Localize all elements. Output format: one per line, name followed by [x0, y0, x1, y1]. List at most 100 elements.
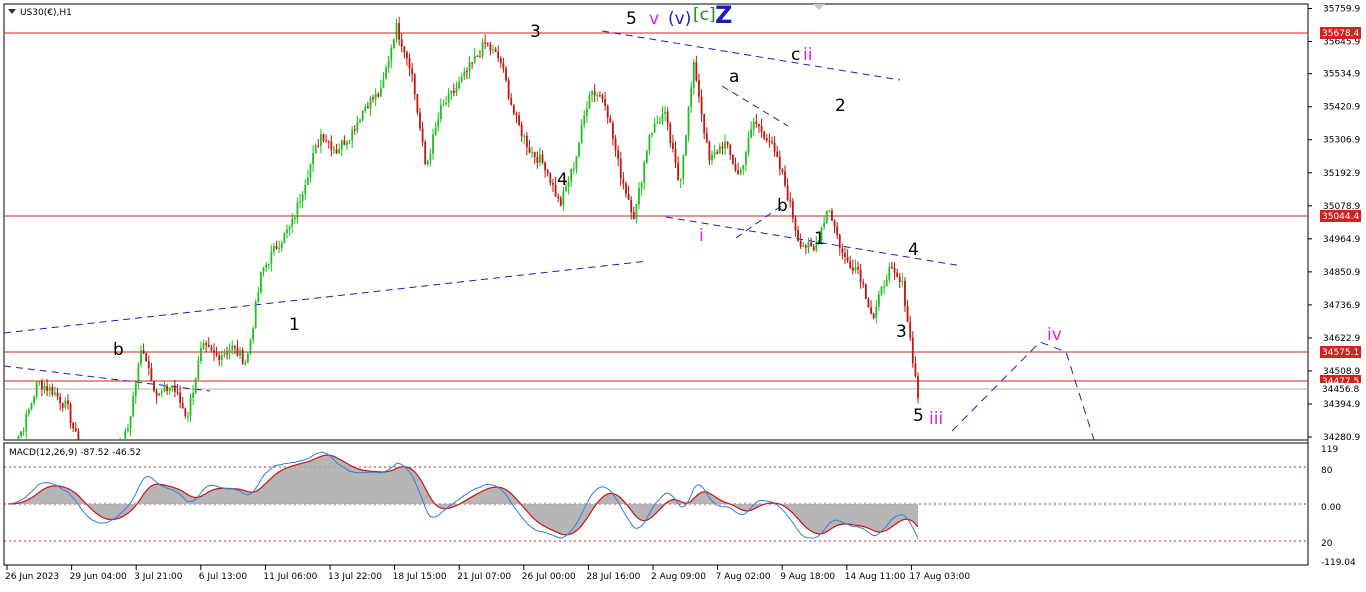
candle-body — [424, 141, 427, 165]
candle-body — [721, 146, 724, 149]
candle-body — [452, 90, 455, 93]
candle-body — [486, 42, 489, 45]
candle-body — [319, 134, 322, 146]
candle-body — [254, 301, 257, 329]
candle-body — [74, 428, 77, 432]
candle-body — [525, 135, 528, 148]
candle-body — [758, 123, 760, 127]
candle-body — [724, 141, 726, 149]
wave-label-ii: ii — [803, 45, 812, 65]
candle-body — [147, 361, 150, 368]
candle-body — [917, 375, 919, 399]
candle-body — [911, 337, 914, 364]
candle-body — [810, 242, 812, 247]
time-tick-label: 26 Jun 2023 — [5, 572, 59, 582]
candle-body — [536, 157, 539, 163]
candle-body — [124, 430, 127, 440]
candle-body — [241, 350, 244, 364]
candle-body — [187, 415, 189, 417]
candle-body — [393, 39, 395, 48]
candle-body — [598, 95, 601, 97]
macd-tick-label: 20 — [1321, 539, 1333, 549]
candle-body — [252, 328, 255, 340]
candle-body — [578, 142, 580, 157]
candle-body — [872, 313, 875, 318]
candle-body — [893, 267, 896, 273]
candle-body — [445, 102, 447, 104]
candle-body — [390, 47, 393, 61]
candle-body — [286, 229, 288, 233]
time-tick-label: 28 Jul 16:00 — [586, 572, 640, 582]
candle-body — [20, 431, 22, 437]
candle-body — [502, 63, 505, 69]
candle-body — [669, 123, 672, 143]
candle-body — [750, 128, 753, 138]
wave-label-5-bottom: 5 — [913, 406, 924, 426]
candle-body — [765, 138, 768, 141]
wave-label-b-mid: b — [777, 196, 788, 216]
wave-label-b-left: b — [113, 340, 124, 360]
wave-label-3-top: 3 — [530, 22, 541, 42]
candle-body — [539, 154, 541, 163]
wave-label-2: 2 — [835, 96, 846, 116]
wave-label-4-right: 4 — [908, 240, 919, 260]
time-tick-label: 17 Aug 03:00 — [909, 572, 970, 582]
candle-body — [489, 44, 492, 51]
candle-body — [291, 218, 294, 227]
price-tick-label: 35534.9 — [1323, 70, 1360, 80]
candle-body — [437, 119, 440, 128]
candle-body — [134, 383, 137, 397]
candle-body — [546, 170, 549, 174]
candle-body — [233, 345, 236, 348]
candle-body — [731, 154, 734, 165]
candle-body — [210, 347, 213, 351]
candle-body — [173, 385, 176, 392]
candle-body — [408, 58, 411, 69]
candle-body — [309, 164, 312, 178]
candle-body — [338, 149, 341, 154]
candle-body — [197, 361, 200, 379]
candle-body — [518, 115, 520, 125]
candle-body — [692, 61, 695, 88]
candle-body — [726, 141, 729, 145]
candle-body — [781, 169, 784, 172]
candle-body — [888, 266, 891, 280]
candle-body — [729, 144, 732, 155]
candle-body — [280, 242, 283, 248]
candle-body — [33, 396, 35, 404]
candle-body — [398, 23, 401, 40]
candle-body — [606, 105, 609, 118]
candle-body — [695, 61, 698, 81]
wave-label-1-mid: 1 — [814, 229, 825, 249]
price-tick-label: 34964.9 — [1323, 235, 1360, 245]
candle-body — [583, 115, 586, 125]
wave-label-c-bracket: [c] — [693, 5, 716, 25]
candle-body — [293, 217, 296, 219]
candle-body — [880, 286, 883, 295]
candle-body — [791, 201, 794, 219]
candle-body — [679, 178, 682, 181]
candle-body — [627, 193, 630, 200]
candle-body — [857, 267, 859, 270]
candle-body — [804, 245, 807, 248]
candle-body — [896, 272, 899, 277]
price-tick-label: 34280.9 — [1323, 433, 1360, 443]
candle-body — [778, 156, 781, 170]
price-tick-label: 35420.9 — [1323, 103, 1360, 113]
candle-body — [330, 141, 333, 150]
candle-body — [314, 145, 317, 154]
chart-canvas[interactable]: US30(€),H1 MACD(12,26,9) -87.52 -46.52 5… — [0, 0, 1366, 588]
candle-body — [713, 152, 716, 155]
time-axis[interactable]: 26 Jun 2023 29 Jun 04:00 3 Jul 21:00 6 Jul … — [5, 565, 970, 582]
macd-title: MACD(12,26,9) -87.52 -46.52 — [9, 448, 141, 458]
time-tick-label: 29 Jun 04:00 — [70, 572, 127, 582]
candle-body — [512, 104, 515, 114]
candle-body — [215, 352, 218, 356]
candle-body — [671, 142, 674, 149]
candle-body — [351, 129, 354, 141]
candle-body — [739, 169, 742, 174]
candle-body — [416, 94, 419, 113]
candle-body — [690, 87, 693, 108]
price-chart[interactable]: US30(€),H1 MACD(12,26,9) -87.52 -46.52 5… — [0, 0, 1366, 588]
candle-body — [609, 117, 612, 123]
